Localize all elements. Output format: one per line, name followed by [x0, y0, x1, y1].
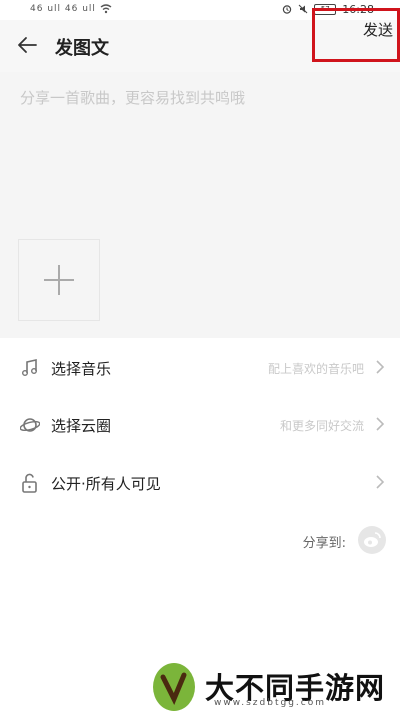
unlock-icon	[22, 473, 37, 493]
arrow-left-icon[interactable]	[16, 34, 38, 56]
chevron-right-icon	[376, 360, 385, 374]
option-label: 选择云圈	[51, 417, 112, 435]
planet-icon	[20, 418, 40, 432]
chevron-right-icon	[376, 475, 385, 489]
select-circle-row[interactable]: 选择云圈 和更多同好交流	[0, 397, 400, 453]
visibility-row[interactable]: 公开·所有人可见	[0, 455, 400, 511]
send-label: 发送	[362, 21, 393, 39]
option-hint: 配上喜欢的音乐吧	[267, 362, 364, 376]
weibo-share-button[interactable]	[358, 526, 386, 554]
plus-icon	[44, 265, 74, 295]
signal-indicators: 46 ull 46 ull	[0, 4, 112, 14]
option-label: 选择音乐	[51, 360, 112, 378]
page: 46 ull 46 ull 57 16:28 发图文 发送 分享一首歌曲，更容易…	[0, 0, 400, 713]
post-text-input[interactable]	[18, 88, 382, 108]
send-button[interactable]: 发送	[312, 8, 400, 62]
option-label: 公开·所有人可见	[51, 475, 161, 493]
wifi-icon	[100, 4, 112, 14]
mute-icon	[298, 4, 308, 14]
share-row: 分享到:	[0, 520, 400, 560]
weibo-icon	[364, 532, 381, 547]
alarm-icon	[283, 5, 292, 14]
add-image-button[interactable]	[18, 239, 100, 321]
chevron-right-icon	[376, 417, 385, 431]
compose-area	[0, 72, 400, 338]
page-title: 发图文	[55, 38, 109, 59]
option-hint: 和更多同好交流	[279, 419, 364, 433]
signal-text: 46 ull 46 ull	[30, 4, 96, 14]
watermark-url: www.szdbtgg.com	[214, 698, 326, 708]
music-note-icon	[22, 359, 37, 376]
select-music-row[interactable]: 选择音乐 配上喜欢的音乐吧	[0, 340, 400, 396]
share-label: 分享到:	[302, 536, 346, 551]
